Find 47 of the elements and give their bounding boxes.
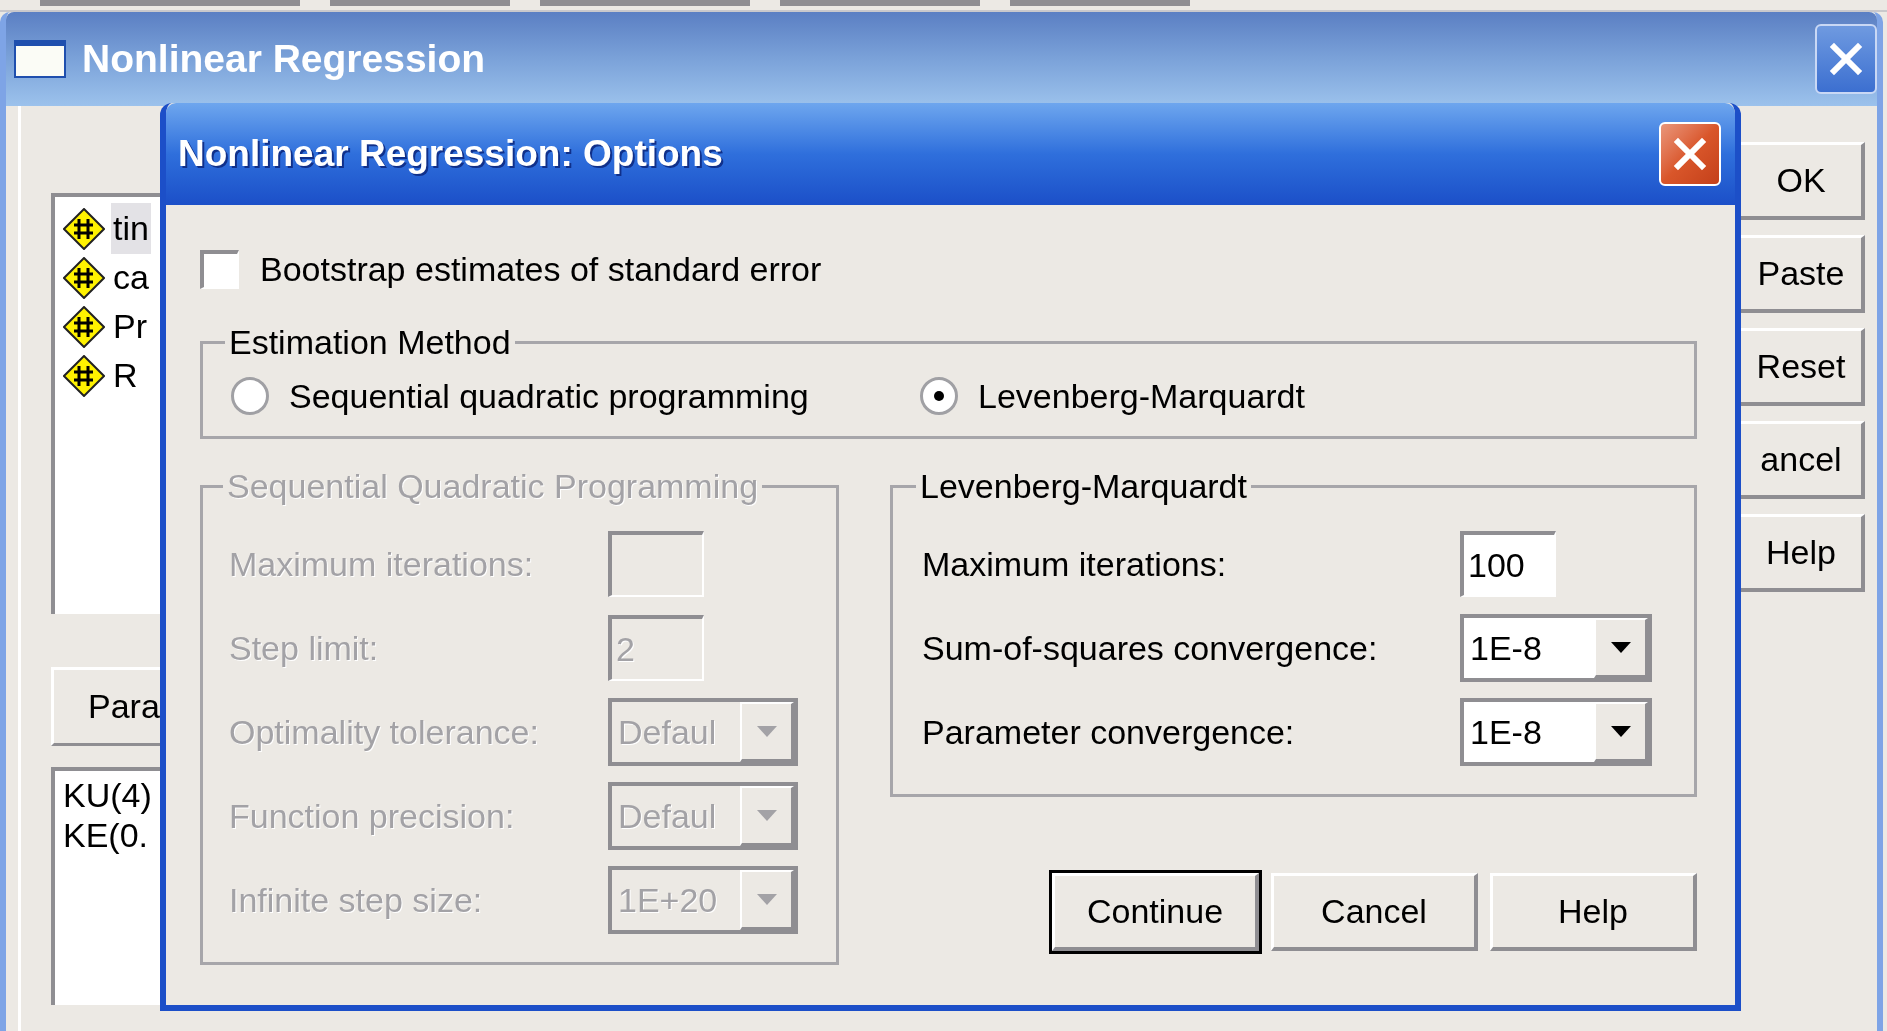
- group-label: Estimation Method: [228, 322, 512, 363]
- field-label: Parameter convergence:: [922, 711, 1296, 753]
- scale-variable-icon: [63, 305, 105, 348]
- field-label: Maximum iterations:: [229, 543, 535, 585]
- close-button[interactable]: [1815, 24, 1877, 94]
- field-label: Maximum iterations:: [922, 543, 1228, 585]
- window-icon: [14, 40, 66, 78]
- radio-label: Sequential quadratic programming: [289, 375, 809, 417]
- checkbox-label: Bootstrap estimates of standard error: [260, 249, 822, 290]
- field-label: Optimality tolerance:: [229, 711, 540, 753]
- window-title: Nonlinear Regression: [82, 35, 486, 82]
- dialog-button[interactable]: Reset: [1741, 328, 1865, 406]
- scale-variable-icon: [63, 354, 105, 397]
- dialog-button[interactable]: ancel: [1741, 421, 1865, 499]
- close-icon: [1673, 137, 1707, 171]
- dropdown-arrow-icon: [1610, 726, 1631, 737]
- dialog-button[interactable]: Cancel: [1271, 873, 1478, 951]
- dropdown[interactable]: 1E-8: [1460, 614, 1652, 682]
- field-label: Step limit:: [229, 627, 380, 669]
- variable-item[interactable]: Pr: [111, 301, 149, 352]
- variable-item[interactable]: ca: [111, 252, 151, 303]
- dialog-button[interactable]: Paste: [1741, 235, 1865, 313]
- radio-button[interactable]: [920, 377, 958, 415]
- dialog-button[interactable]: Continue: [1052, 873, 1259, 951]
- variable-item[interactable]: tin: [111, 203, 151, 254]
- field-label: Infinite step size:: [229, 879, 484, 921]
- variable-item[interactable]: R: [111, 350, 140, 401]
- scale-variable-icon: [63, 256, 105, 299]
- dropdown-arrow-icon: [756, 894, 777, 905]
- dropdown-arrow-icon: [756, 810, 777, 821]
- scale-variable-icon: [63, 207, 105, 250]
- dropdown-arrow-icon: [756, 726, 777, 737]
- dialog-button[interactable]: OK: [1741, 142, 1865, 220]
- close-icon: [1829, 42, 1863, 76]
- field-label: Function precision:: [229, 795, 516, 837]
- dialog-button[interactable]: Help: [1490, 873, 1697, 951]
- dropdown-arrow-icon: [1610, 642, 1631, 653]
- group-label: Levenberg-Marquardt: [919, 466, 1248, 507]
- dropdown[interactable]: 1E-8: [1460, 698, 1652, 766]
- checkbox[interactable]: [200, 250, 239, 289]
- group-label: Sequential Quadratic Programming: [226, 466, 760, 507]
- dialog-title: Nonlinear Regression: Options: [178, 132, 723, 177]
- input-field[interactable]: 100: [1460, 531, 1556, 597]
- dialog-button[interactable]: Help: [1741, 514, 1865, 592]
- radio-button[interactable]: [231, 377, 269, 415]
- radio-label: Levenberg-Marquardt: [978, 375, 1305, 417]
- field-label: Sum-of-squares convergence:: [922, 627, 1379, 669]
